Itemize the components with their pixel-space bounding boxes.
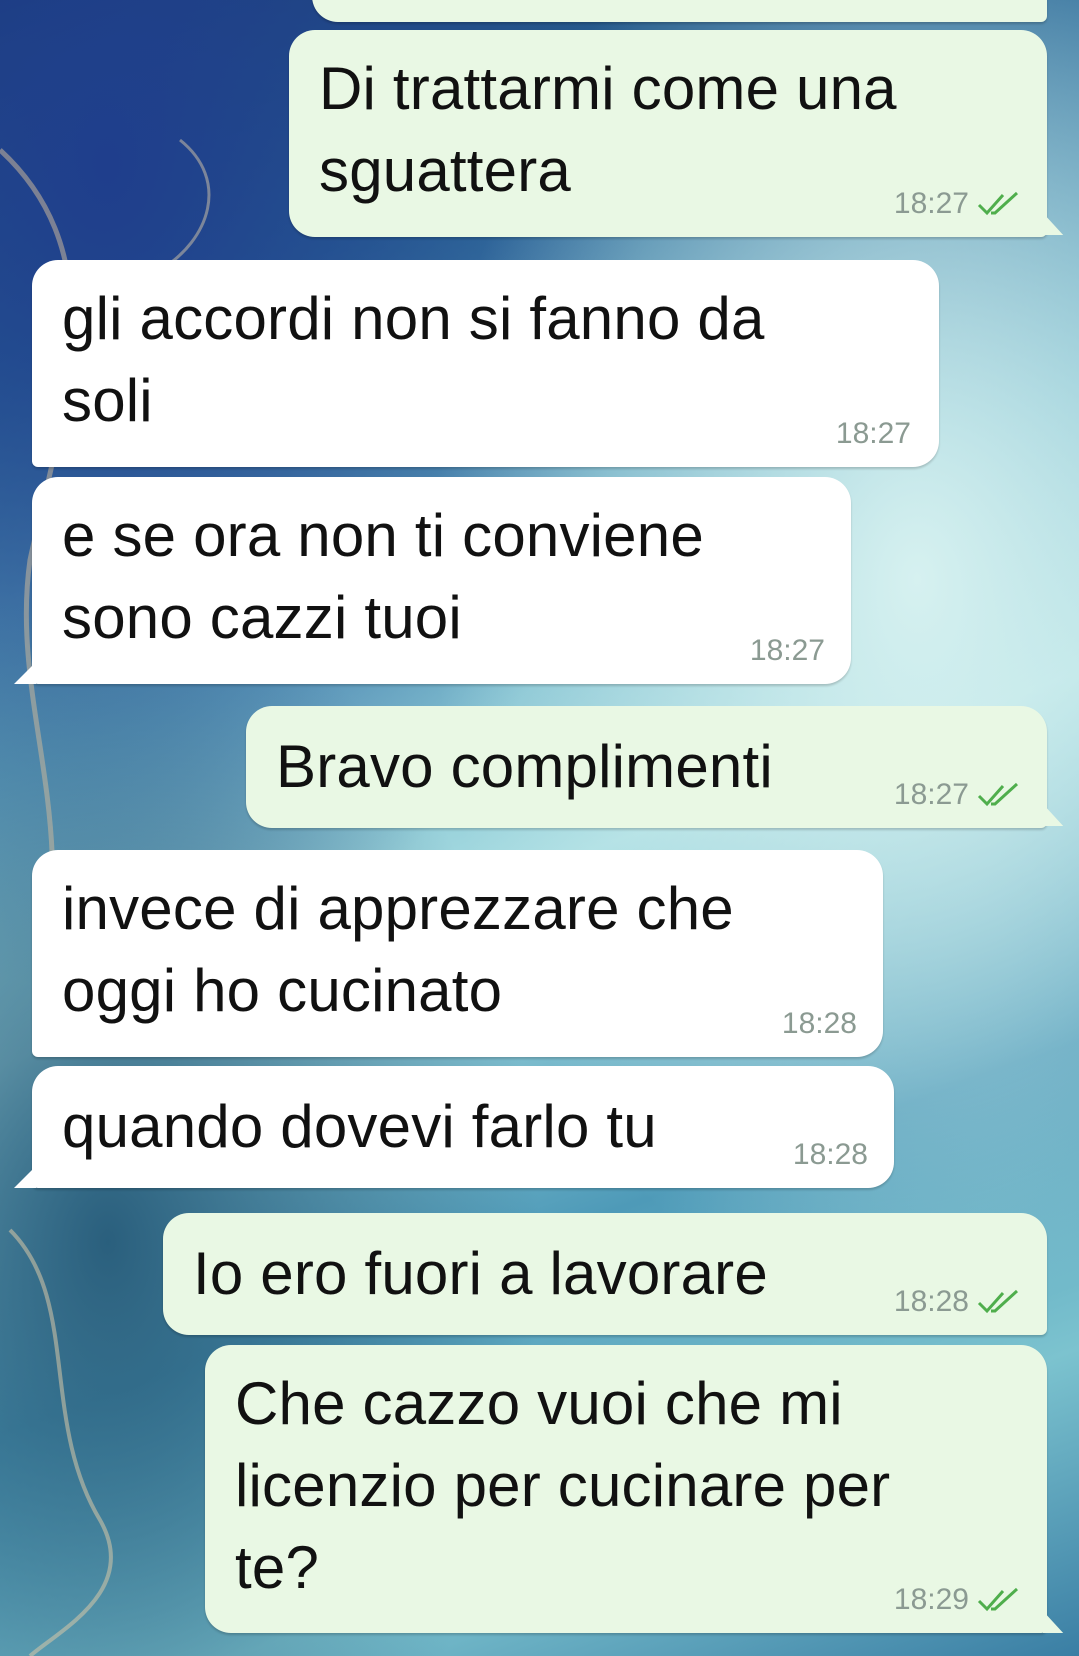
message-bubble-incoming[interactable]: gli accordi non si fanno da soli 18:27 <box>32 260 939 467</box>
message-meta: 18:27 <box>894 187 1021 221</box>
message-list[interactable]: Di trattarmi come una sguattera 18:27 gl… <box>0 0 1079 1656</box>
bubble-tail <box>1043 1611 1064 1633</box>
message-time: 18:28 <box>893 1285 969 1318</box>
message-bubble-outgoing[interactable]: Bravo complimenti 18:27 <box>246 706 1047 828</box>
bubble-tail <box>1043 804 1064 826</box>
double-check-icon <box>977 191 1019 216</box>
message-bubble-outgoing[interactable]: Io ero fuori a lavorare 18:28 <box>163 1213 1047 1335</box>
message-meta: 18:29 <box>894 1583 1021 1617</box>
message-text: quando dovevi farlo tu <box>62 1093 657 1160</box>
message-bubble-incoming[interactable]: invece di apprezzare che oggi ho cucinat… <box>32 850 883 1057</box>
message-time: 18:27 <box>893 778 969 811</box>
message-time: 18:27 <box>893 187 969 220</box>
double-check-icon <box>977 1587 1019 1612</box>
message-text: gli accordi non si fanno da soli <box>62 285 765 434</box>
message-meta: 18:27 <box>750 634 825 668</box>
message-meta: 18:27 <box>894 778 1021 812</box>
message-text: Io ero fuori a lavorare <box>193 1240 768 1307</box>
message-meta: 18:27 <box>836 417 911 451</box>
message-meta: 18:28 <box>894 1285 1021 1319</box>
message-time: 18:27 <box>835 417 911 450</box>
bubble-tail <box>14 1166 36 1188</box>
message-bubble-incoming[interactable]: quando dovevi farlo tu 18:28 <box>32 1066 894 1188</box>
message-time: 18:28 <box>781 1007 857 1040</box>
double-check-icon <box>977 1289 1019 1314</box>
bubble-tail <box>1043 213 1064 235</box>
message-bubble-outgoing[interactable]: Che cazzo vuoi che mi licenzio per cucin… <box>205 1345 1047 1633</box>
message-text: Bravo complimenti <box>276 733 773 800</box>
message-text: invece di apprezzare che oggi ho cucinat… <box>62 875 734 1024</box>
message-text: Che cazzo vuoi che mi licenzio per cucin… <box>235 1370 891 1601</box>
double-check-icon <box>977 782 1019 807</box>
message-meta: 18:28 <box>793 1138 868 1172</box>
bubble-tail <box>14 662 36 684</box>
message-bubble-outgoing[interactable]: Di trattarmi come una sguattera 18:27 <box>289 30 1047 237</box>
message-bubble-partial[interactable] <box>312 0 1047 22</box>
message-meta: 18:28 <box>782 1007 857 1041</box>
message-bubble-incoming[interactable]: e se ora non ti conviene sono cazzi tuoi… <box>32 477 851 684</box>
message-time: 18:28 <box>792 1138 868 1171</box>
message-time: 18:29 <box>893 1583 969 1616</box>
message-text: e se ora non ti conviene sono cazzi tuoi <box>62 502 704 651</box>
message-time: 18:27 <box>749 634 825 667</box>
